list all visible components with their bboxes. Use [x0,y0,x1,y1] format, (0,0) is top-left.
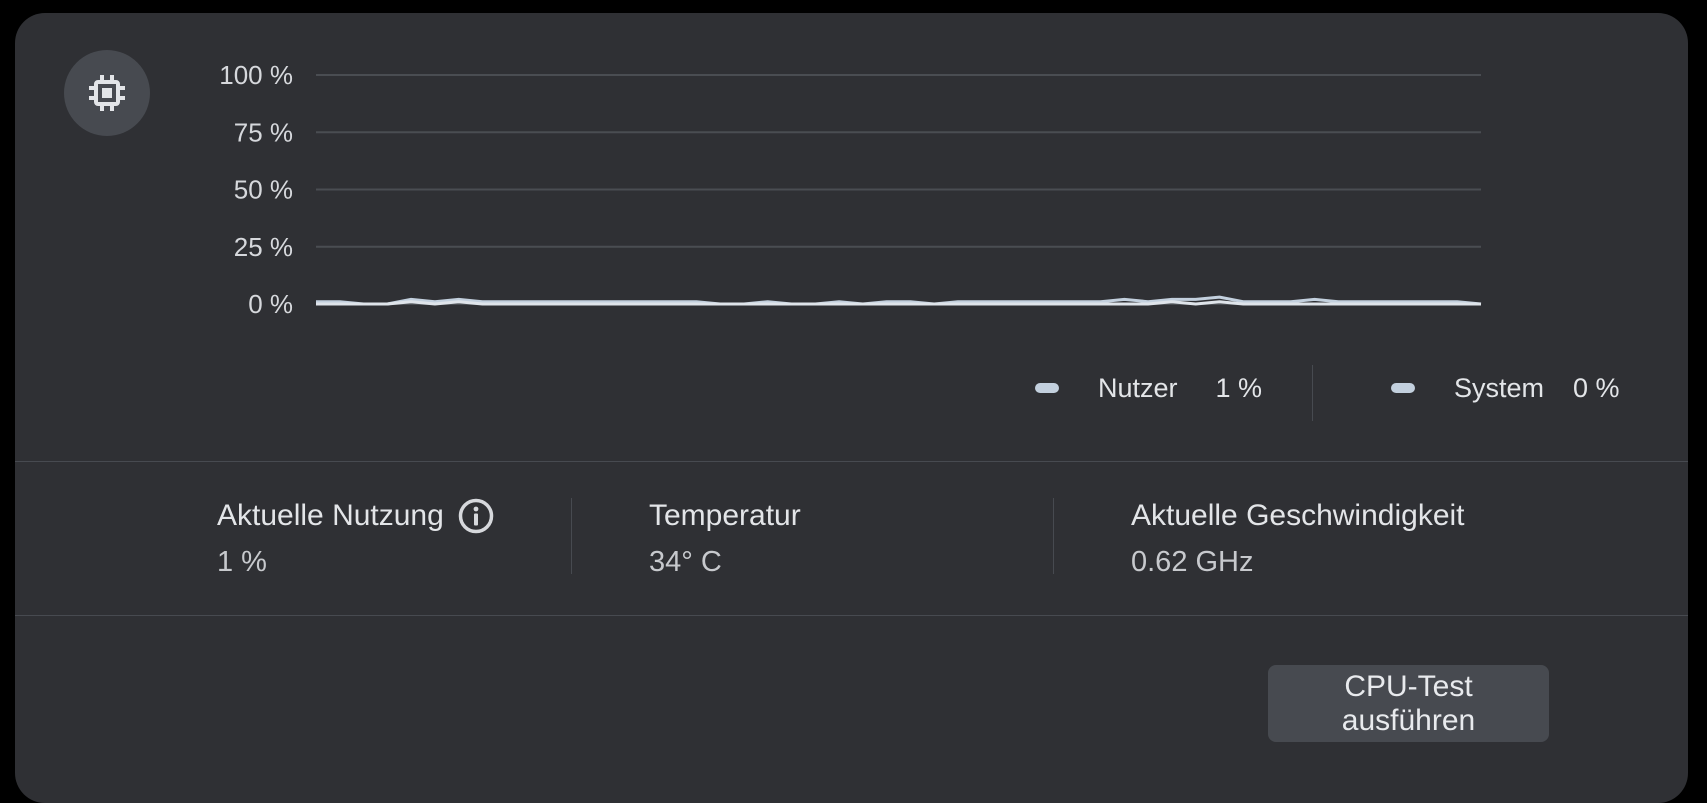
legend-swatch-system [1391,383,1415,393]
stat-temperature: Temperatur 34° C [649,496,801,579]
legend-system-value: 0 % [1573,372,1620,403]
y-tick-label: 50 % [234,175,293,205]
legend-system: System 0 % [1391,362,1620,414]
cpu-card: 100 % 75 % 50 % 25 % 0 % Nutzer 1 % System 0… [15,13,1688,803]
stat-divider-2 [1053,498,1054,574]
stat-temperature-label: Temperatur [649,499,801,532]
legend-divider [1312,365,1313,421]
divider-top [15,461,1688,462]
y-tick-label: 100 % [219,60,293,90]
cpu-usage-chart: 100 % 75 % 50 % 25 % 0 % [219,60,1482,319]
stat-speed: Aktuelle Geschwindigkeit 0.62 GHz [1131,496,1465,579]
y-tick-label: 75 % [234,117,293,147]
stat-usage-label: Aktuelle Nutzung [217,499,444,532]
legend-system-label: System [1454,372,1545,403]
stat-usage-value: 1 % [217,546,267,578]
divider-bottom [15,615,1688,616]
info-icon[interactable] [458,498,494,534]
run-cpu-test-button[interactable]: CPU-Test ausführen [1268,665,1549,742]
legend-user-value: 1 % [1215,372,1263,403]
legend-user-label: Nutzer [1098,372,1178,403]
stat-speed-label: Aktuelle Geschwindigkeit [1131,499,1465,532]
y-tick-label: 25 % [234,232,293,262]
legend-user: Nutzer 1 % [1035,362,1262,414]
stat-speed-value: 0.62 GHz [1131,546,1254,578]
legend-swatch-user [1035,383,1059,393]
stat-temperature-value: 34° C [649,546,722,578]
y-tick-label: 0 % [248,289,293,319]
stat-usage: Aktuelle Nutzung 1 % [217,496,494,579]
stat-divider-1 [571,498,572,574]
